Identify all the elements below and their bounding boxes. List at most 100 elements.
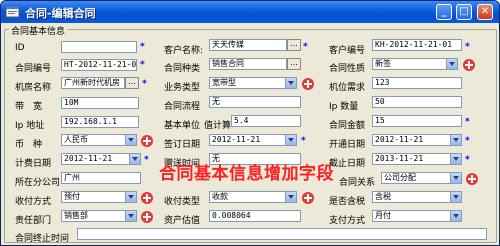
- chevron-down-icon[interactable]: [285, 78, 296, 88]
- termination-time-label: 合同终止时间: [15, 234, 70, 244]
- ip-count-field[interactable]: 50: [372, 96, 462, 108]
- collect-type-value: 收款: [212, 192, 228, 201]
- contract-no-field[interactable]: HT-2012-11-21-01: [61, 59, 137, 71]
- open-date-picker[interactable]: 2012-11-21: [372, 134, 462, 146]
- bandwidth-label: 带 宽: [15, 102, 43, 112]
- sign-date-value: 2012-11-21: [212, 135, 261, 144]
- collect-type-label: 收付类型: [164, 197, 201, 207]
- department-select[interactable]: 销售部: [61, 210, 137, 222]
- end-date-picker[interactable]: 2013-11-21: [372, 153, 462, 165]
- customer-name-field[interactable]: 天天传媒: [209, 39, 287, 51]
- add-plus-icon[interactable]: [140, 210, 154, 224]
- chevron-down-icon[interactable]: [285, 192, 296, 202]
- unit-price-label: 基本单位: [164, 121, 201, 131]
- contract-flow-label: 合同流程: [164, 102, 201, 112]
- asset-value-field[interactable]: 0.008064: [209, 210, 301, 222]
- required-mark: *: [140, 42, 145, 52]
- contract-type-field[interactable]: 销售合同: [209, 58, 287, 70]
- contract-nature-label: 合同性质: [329, 64, 366, 74]
- required-mark: *: [465, 155, 470, 165]
- required-mark: *: [142, 79, 147, 89]
- contract-nature-value: 新签: [375, 59, 391, 68]
- unit-price-field[interactable]: 5.4: [231, 115, 301, 127]
- add-plus-icon[interactable]: [462, 58, 476, 72]
- billing-date-label: 计费日期: [15, 159, 52, 169]
- org-picker-button[interactable]: ...: [125, 77, 139, 89]
- currency-value: 人民币: [64, 135, 88, 144]
- required-mark: *: [465, 136, 470, 146]
- required-mark: *: [465, 117, 470, 127]
- required-mark: *: [144, 155, 149, 165]
- branch-field[interactable]: 广州: [61, 172, 141, 184]
- business-type-label: 业务类型: [164, 83, 201, 93]
- cabinet-demand-field[interactable]: 123: [372, 77, 462, 89]
- add-plus-icon[interactable]: [140, 191, 154, 205]
- chevron-down-icon[interactable]: [446, 59, 457, 69]
- collect-method-select[interactable]: 预付: [61, 191, 137, 203]
- chevron-down-icon[interactable]: [450, 154, 461, 164]
- contract-no-label: 合同编号: [15, 64, 52, 74]
- chevron-down-icon[interactable]: [125, 192, 136, 202]
- tax-included-select[interactable]: 含税: [372, 191, 462, 203]
- add-plus-icon[interactable]: [465, 172, 479, 186]
- app-icon: [5, 5, 20, 18]
- required-mark: *: [301, 136, 306, 146]
- payment-method-select[interactable]: 月付: [372, 210, 462, 222]
- add-plus-icon[interactable]: [301, 77, 315, 91]
- collect-type-select[interactable]: 收款: [209, 191, 297, 203]
- cabinet-demand-label: 机位需求: [329, 83, 366, 93]
- tax-included-value: 含税: [375, 192, 391, 201]
- chevron-down-icon[interactable]: [450, 173, 461, 183]
- chevron-down-icon[interactable]: [450, 192, 461, 202]
- sign-date-label: 签订日期: [164, 140, 201, 150]
- add-plus-icon[interactable]: [301, 191, 315, 205]
- payment-method-value: 月付: [375, 211, 391, 220]
- contract-type-picker-button[interactable]: ...: [287, 58, 301, 70]
- contract-amount-field[interactable]: 15: [372, 115, 462, 127]
- billing-date-picker[interactable]: 2012-11-21: [61, 153, 141, 165]
- title-bar[interactable]: 合同-编辑合同 _ □ ✕: [1, 1, 499, 23]
- chevron-down-icon[interactable]: [125, 211, 136, 221]
- required-mark: *: [140, 60, 145, 70]
- org-name-label: 机房名称: [15, 83, 52, 93]
- ip-address-label: Ip 地址: [15, 121, 45, 131]
- contract-flow-field[interactable]: 无: [209, 96, 301, 108]
- edit-contract-window: 合同-编辑合同 _ □ ✕ 合同基本信息 ID * 客户名称: 天天传媒 ...…: [0, 0, 500, 246]
- bandwidth-field[interactable]: 10M: [61, 97, 139, 109]
- currency-select[interactable]: 人民币: [61, 134, 137, 146]
- end-date-label: 截止日期: [329, 159, 366, 169]
- contract-amount-label: 合同金额: [329, 121, 366, 131]
- open-date-label: 开通日期: [329, 140, 366, 150]
- chevron-down-icon[interactable]: [450, 211, 461, 221]
- required-mark: *: [303, 42, 308, 52]
- termination-time-field[interactable]: [77, 228, 487, 240]
- org-name-field[interactable]: 广州新时代机房: [61, 77, 125, 89]
- ip-address-field[interactable]: 192.168.1.1: [61, 116, 139, 128]
- customer-picker-button[interactable]: ...: [287, 39, 301, 51]
- contract-nature-select[interactable]: 新签: [372, 58, 458, 70]
- contract-relation-label: 合同关系: [339, 178, 376, 188]
- group-legend: 合同基本信息: [9, 24, 68, 37]
- open-date-value: 2012-11-21: [375, 135, 424, 144]
- billing-date-value: 2012-11-21: [64, 154, 113, 163]
- chevron-down-icon[interactable]: [285, 135, 296, 145]
- customer-no-field[interactable]: KH-2012-11-21-01: [372, 39, 462, 51]
- asset-value-label: 资产估值: [164, 216, 201, 226]
- chevron-down-icon[interactable]: [125, 135, 136, 145]
- payment-method-label: 支付方式: [329, 216, 366, 226]
- annotation-banner: 合同基本信息增加字段: [159, 164, 334, 184]
- chevron-down-icon[interactable]: [129, 154, 140, 164]
- tax-included-label: 是否含税: [329, 197, 366, 207]
- close-button[interactable]: ✕: [477, 4, 493, 20]
- business-type-value: 宽带型: [212, 78, 236, 87]
- sign-date-picker[interactable]: 2012-11-21: [209, 134, 297, 146]
- chevron-down-icon[interactable]: [450, 135, 461, 145]
- business-type-select[interactable]: 宽带型: [209, 77, 297, 89]
- contract-relation-select[interactable]: 公司分配: [381, 172, 462, 184]
- ip-count-label: Ip 数量: [329, 102, 359, 112]
- maximize-button[interactable]: □: [456, 4, 472, 20]
- add-plus-icon[interactable]: [140, 134, 154, 148]
- minimize-button[interactable]: _: [436, 4, 452, 20]
- id-field[interactable]: [61, 41, 137, 53]
- collect-method-value: 预付: [64, 192, 80, 201]
